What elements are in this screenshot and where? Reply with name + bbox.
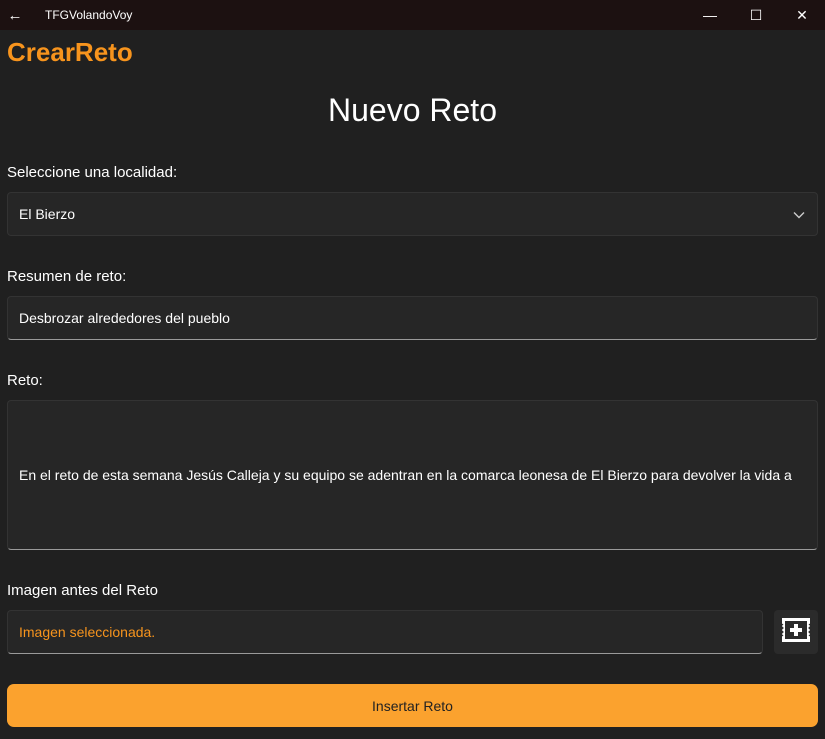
minimize-icon: — (703, 7, 717, 23)
image-path-field[interactable]: Imagen seleccionada. (7, 610, 763, 654)
challenge-label: Reto: (7, 372, 43, 389)
add-image-button[interactable] (774, 610, 818, 654)
locality-value: El Bierzo (19, 206, 76, 222)
page-content: CrearReto Nuevo Reto Seleccione una loca… (0, 30, 825, 739)
image-status-value: Imagen seleccionada. (19, 624, 156, 640)
summary-input[interactable]: Desbrozar alrededores del pueblo (7, 296, 818, 340)
locality-label: Seleccione una localidad: (7, 164, 178, 181)
close-button[interactable]: ✕ (779, 0, 825, 30)
page-title: Nuevo Reto (328, 92, 497, 128)
insert-challenge-label: Insertar Reto (372, 697, 453, 714)
minimize-button[interactable]: — (687, 0, 733, 30)
back-button[interactable]: ← (0, 0, 30, 30)
maximize-icon: ☐ (749, 6, 763, 23)
insert-challenge-button[interactable]: Insertar Reto (7, 684, 818, 727)
title-bar: ← TFGVolandoVoy — ☐ ✕ (0, 0, 825, 30)
summary-value: Desbrozar alrededores del pueblo (19, 310, 230, 326)
image-label: Imagen antes del Reto (7, 582, 158, 599)
window-controls: — ☐ ✕ (687, 0, 825, 30)
chevron-down-icon (793, 206, 805, 222)
window-title: TFGVolandoVoy (45, 8, 133, 22)
page-brand: CrearReto (7, 37, 133, 67)
close-icon: ✕ (796, 6, 808, 23)
maximize-button[interactable]: ☐ (733, 0, 779, 30)
back-arrow-icon: ← (7, 6, 23, 24)
locality-dropdown[interactable]: El Bierzo (7, 192, 818, 236)
add-image-icon (780, 616, 812, 649)
summary-label: Resumen de reto: (7, 268, 127, 285)
challenge-value: En el reto de esta semana Jesús Calleja … (19, 467, 792, 483)
challenge-textarea[interactable]: En el reto de esta semana Jesús Calleja … (7, 400, 818, 550)
